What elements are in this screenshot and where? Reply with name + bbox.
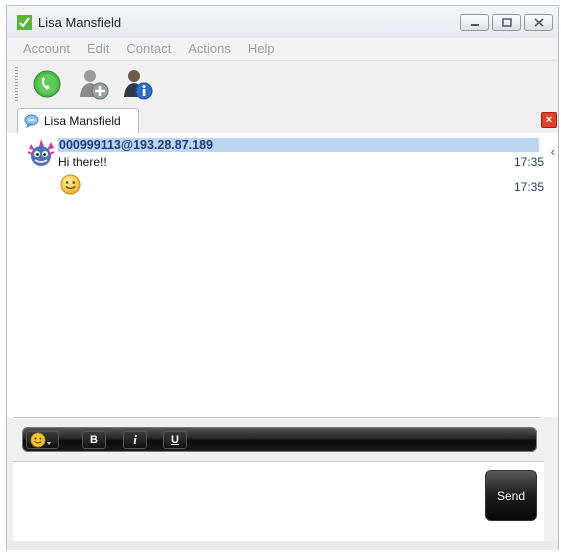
minimize-button[interactable] xyxy=(460,14,489,31)
add-contact-icon[interactable] xyxy=(76,67,110,101)
chat-history[interactable]: 000999113@193.28.87.189 Hi there!! 17:35… xyxy=(7,133,544,417)
divider xyxy=(14,417,541,418)
italic-button[interactable]: i xyxy=(123,431,147,449)
app-logo-icon xyxy=(17,15,32,30)
contact-info-icon[interactable] xyxy=(120,67,154,101)
menu-actions[interactable]: Actions xyxy=(188,41,231,56)
contact-avatar xyxy=(27,139,55,166)
chat-bubble-icon xyxy=(24,114,39,128)
sender-address: 000999113@193.28.87.189 xyxy=(58,138,539,152)
chevron-left-icon[interactable]: ‹ xyxy=(551,144,555,159)
tab-label: Lisa Mansfield xyxy=(44,114,121,128)
restore-button[interactable] xyxy=(492,14,521,31)
close-button[interactable] xyxy=(524,14,553,31)
message-time: 17:35 xyxy=(513,155,544,169)
call-icon[interactable] xyxy=(30,67,64,101)
chat-window: Lisa Mansfield Account Edit Contact Acti… xyxy=(6,5,559,550)
minimize-icon xyxy=(470,23,479,26)
toolbar xyxy=(7,60,558,107)
menu-contact[interactable]: Contact xyxy=(126,41,171,56)
menu-account[interactable]: Account xyxy=(23,41,70,56)
message-text: Hi there!! xyxy=(58,155,107,169)
tab-bar: Lisa Mansfield × xyxy=(7,106,558,134)
close-icon xyxy=(533,18,544,27)
restore-icon xyxy=(501,18,512,27)
menu-bar: Account Edit Contact Actions Help xyxy=(7,38,558,59)
title-bar[interactable]: Lisa Mansfield xyxy=(7,6,558,39)
status-bar xyxy=(7,541,558,550)
chat-side-panel xyxy=(544,133,558,417)
window-title: Lisa Mansfield xyxy=(38,15,122,30)
menu-edit[interactable]: Edit xyxy=(87,41,109,56)
smile-emoticon-icon xyxy=(60,174,81,195)
menu-help[interactable]: Help xyxy=(248,41,275,56)
send-button[interactable]: Send xyxy=(485,470,537,521)
emoticon-button[interactable] xyxy=(26,431,59,449)
window-controls xyxy=(460,14,553,31)
toolbar-grip[interactable] xyxy=(15,67,18,101)
message-time: 17:35 xyxy=(513,180,544,194)
smiley-icon xyxy=(30,432,51,448)
tab-lisa-mansfield[interactable]: Lisa Mansfield xyxy=(17,108,139,133)
close-tab-button[interactable]: × xyxy=(541,112,557,128)
format-toolbar: B i U xyxy=(22,427,537,452)
underline-button[interactable]: U xyxy=(163,431,187,449)
message-input[interactable] xyxy=(13,461,544,542)
bold-button[interactable]: B xyxy=(82,431,106,449)
